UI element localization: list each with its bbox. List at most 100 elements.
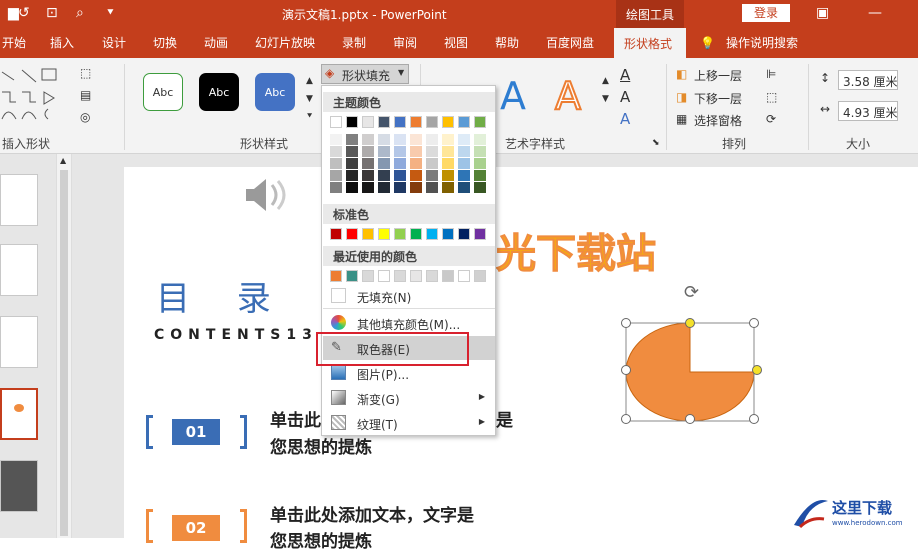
- standard-color-swatch[interactable]: [394, 228, 406, 240]
- theme-color-swatch[interactable]: [362, 116, 374, 128]
- menu-item-gradient[interactable]: 渐变(G) ▶: [323, 386, 495, 410]
- theme-shade-swatch[interactable]: [330, 182, 342, 193]
- theme-shade-swatch[interactable]: [394, 134, 406, 145]
- theme-shade-swatch[interactable]: [362, 134, 374, 145]
- shapes-gallery[interactable]: [0, 64, 75, 128]
- recent-color-swatch[interactable]: [362, 270, 374, 282]
- theme-shade-swatch[interactable]: [378, 134, 390, 145]
- slide-thumbnail[interactable]: [0, 316, 38, 368]
- theme-color-swatch[interactable]: [458, 116, 470, 128]
- theme-color-swatch[interactable]: [410, 116, 422, 128]
- thumbnail-scrollbar[interactable]: ▲: [56, 154, 72, 538]
- tab-baidu-netdisk[interactable]: 百度网盘: [546, 35, 594, 51]
- resize-handle[interactable]: [621, 365, 631, 375]
- standard-color-swatch[interactable]: [330, 228, 342, 240]
- theme-color-swatch[interactable]: [442, 116, 454, 128]
- standard-color-swatch[interactable]: [442, 228, 454, 240]
- menu-item-no-fill[interactable]: 无填充(N): [323, 284, 495, 308]
- theme-shade-swatch[interactable]: [394, 170, 406, 181]
- send-backward-button[interactable]: 下移一层: [694, 90, 742, 107]
- resize-handle[interactable]: [621, 318, 631, 328]
- theme-shade-swatch[interactable]: [410, 158, 422, 169]
- theme-shade-swatch[interactable]: [410, 170, 422, 181]
- scroll-thumb[interactable]: [60, 170, 68, 536]
- theme-shade-swatch[interactable]: [442, 134, 454, 145]
- shape-style-white[interactable]: Abc: [143, 73, 183, 111]
- item-text-line[interactable]: 您思想的提炼: [270, 435, 372, 461]
- text-fill-icon[interactable]: A: [620, 66, 630, 84]
- slide-thumbnail[interactable]: [0, 460, 38, 512]
- theme-shade-swatch[interactable]: [410, 134, 422, 145]
- standard-color-swatch[interactable]: [346, 228, 358, 240]
- recent-color-swatch[interactable]: [346, 270, 358, 282]
- wordart-style-orange[interactable]: A: [554, 73, 582, 119]
- theme-shade-swatch[interactable]: [362, 146, 374, 157]
- theme-shade-swatch[interactable]: [474, 146, 486, 157]
- shape-style-blue[interactable]: Abc: [255, 73, 295, 111]
- item-number-badge[interactable]: 01: [172, 419, 220, 445]
- tab-help[interactable]: 帮助: [495, 35, 519, 51]
- recent-color-swatch[interactable]: [442, 270, 454, 282]
- gallery-down-icon[interactable]: ▼: [602, 94, 609, 104]
- recent-color-swatch[interactable]: [394, 270, 406, 282]
- tell-me-search[interactable]: 操作说明搜索: [726, 35, 798, 51]
- recent-color-swatch[interactable]: [474, 270, 486, 282]
- theme-shade-swatch[interactable]: [458, 182, 470, 193]
- theme-color-swatch[interactable]: [330, 116, 342, 128]
- theme-color-swatch[interactable]: [346, 116, 358, 128]
- shape-width-input[interactable]: 4.93 厘米: [838, 101, 898, 121]
- undo-icon[interactable]: ↺: [18, 4, 30, 22]
- gallery-down-icon[interactable]: ▼: [306, 94, 313, 104]
- shape-style-black[interactable]: Abc: [199, 73, 239, 111]
- theme-shade-swatch[interactable]: [330, 146, 342, 157]
- theme-shade-swatch[interactable]: [474, 134, 486, 145]
- tab-view[interactable]: 视图: [444, 35, 468, 51]
- theme-shade-swatch[interactable]: [394, 158, 406, 169]
- item-number-badge[interactable]: 02: [172, 515, 220, 541]
- item-text-line-end[interactable]: 是: [496, 408, 513, 434]
- item-text-line[interactable]: 您思想的提炼: [270, 529, 372, 555]
- shape-fill-button[interactable]: ◈ 形状填充 ▼: [321, 64, 409, 84]
- adjust-handle[interactable]: [685, 318, 695, 328]
- theme-color-swatch[interactable]: [426, 116, 438, 128]
- resize-handle[interactable]: [621, 414, 631, 424]
- standard-color-swatch[interactable]: [474, 228, 486, 240]
- resize-handle[interactable]: [749, 414, 759, 424]
- theme-shade-swatch[interactable]: [426, 182, 438, 193]
- theme-shade-swatch[interactable]: [362, 158, 374, 169]
- wordart-text[interactable]: 光下载站: [496, 221, 657, 279]
- theme-shade-swatch[interactable]: [458, 170, 470, 181]
- recent-color-swatch[interactable]: [458, 270, 470, 282]
- group-icon[interactable]: ⬚: [766, 90, 777, 104]
- tab-shape-format[interactable]: 形状格式: [614, 28, 686, 58]
- slide-thumbnail[interactable]: [0, 174, 38, 226]
- theme-shade-swatch[interactable]: [394, 146, 406, 157]
- theme-shade-swatch[interactable]: [474, 170, 486, 181]
- theme-shade-swatch[interactable]: [346, 134, 358, 145]
- tab-slideshow[interactable]: 幻灯片放映: [255, 35, 315, 51]
- theme-shade-swatch[interactable]: [362, 182, 374, 193]
- rotate-icon[interactable]: ⟳: [766, 112, 776, 126]
- wordart-style-blue[interactable]: A: [500, 74, 526, 118]
- theme-shade-swatch[interactable]: [458, 158, 470, 169]
- standard-color-swatch[interactable]: [410, 228, 422, 240]
- theme-shade-swatch[interactable]: [394, 182, 406, 193]
- theme-shade-swatch[interactable]: [426, 158, 438, 169]
- recent-color-swatch[interactable]: [330, 270, 342, 282]
- scroll-up-icon[interactable]: ▲: [60, 156, 66, 165]
- start-from-beginning-icon[interactable]: ⊡: [46, 4, 58, 22]
- tab-design[interactable]: 设计: [102, 35, 126, 51]
- gallery-more-icon[interactable]: ⯆: [306, 112, 313, 122]
- theme-shade-swatch[interactable]: [330, 170, 342, 181]
- tab-review[interactable]: 审阅: [393, 35, 417, 51]
- shape-height-input[interactable]: 3.58 厘米: [838, 70, 898, 90]
- theme-shade-swatch[interactable]: [442, 170, 454, 181]
- edit-shape-icon[interactable]: ⬚: [80, 66, 91, 80]
- customize-qat-icon[interactable]: ⯆: [106, 4, 115, 22]
- tab-insert[interactable]: 插入: [50, 35, 74, 51]
- theme-shade-swatch[interactable]: [426, 170, 438, 181]
- slide-thumbnail[interactable]: [0, 244, 38, 296]
- theme-shade-swatch[interactable]: [474, 158, 486, 169]
- theme-shade-swatch[interactable]: [474, 182, 486, 193]
- agenda-title[interactable]: 目 录: [156, 271, 289, 320]
